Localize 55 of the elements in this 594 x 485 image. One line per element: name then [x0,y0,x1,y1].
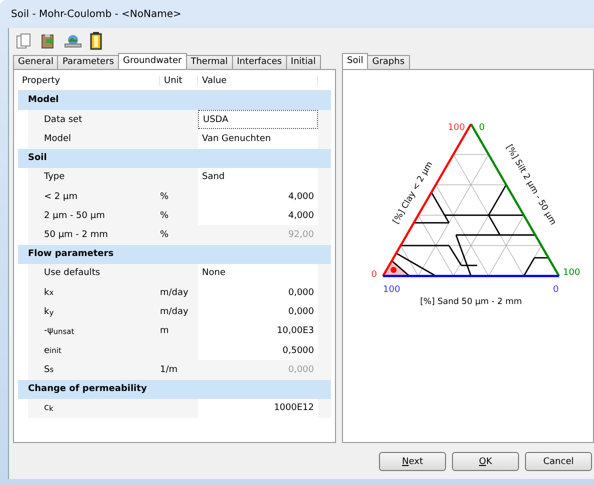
value-field[interactable]: 4,000 [198,186,318,206]
value-field[interactable]: 4,000 [198,206,318,226]
tab[interactable]: Graphs [367,55,410,69]
unit-label: m/day [160,288,188,298]
page-icon[interactable] [16,33,32,49]
tab[interactable]: Groundwater [118,53,187,69]
axis-tick-label: 100 [563,268,580,278]
tab[interactable]: Interfaces [232,55,287,69]
dialog-button[interactable]: Cancel [525,452,592,471]
section-header[interactable]: Model [18,91,331,110]
value-field[interactable]: 0,5000 [198,340,318,360]
unit-label: % [160,192,169,202]
axis-tick-label: 0 [479,123,485,133]
axis-tick-label: 0 [371,270,377,280]
column-header[interactable]: Property [18,76,160,86]
property-name: Data set [43,114,84,127]
unit-label: m [160,326,169,336]
section-header[interactable]: Soil [18,148,331,168]
column-header[interactable]: Value [198,76,318,86]
value-field[interactable]: 1000E12 [198,398,318,418]
tab[interactable]: Soil [342,53,368,69]
unit-label: % [160,210,169,221]
property-name: Use defaults [43,267,102,280]
axis-tick-label: 100 [448,123,465,133]
clipboard-icon[interactable] [40,33,56,49]
battery-icon[interactable] [90,32,102,50]
value-field[interactable]: Sand [198,168,318,187]
column-header[interactable]: Unit [160,76,198,86]
value-field[interactable]: 0,000 [198,302,318,322]
section-header[interactable]: Change of permeability [18,380,331,399]
property-name: Model [43,132,72,146]
value-field[interactable]: 10,00E3 [198,322,318,341]
tab[interactable]: Parameters [57,55,119,69]
section-header[interactable]: Flow parameters [18,244,331,264]
unit-label: % [160,230,169,240]
value-field[interactable]: USDA [198,110,318,130]
property-name: 2 µm - 50 µm [43,210,106,223]
property-name: 50 µm - 2 mm [43,229,109,242]
tab[interactable]: General [13,55,58,69]
property-name: Type [43,171,66,184]
unit-label: 1/m [160,364,178,375]
window-title: Soil - Mohr-Coulomb - <NoName> [11,8,182,20]
dialog-button[interactable]: OK [452,452,519,471]
unit-label: m/day [160,307,188,318]
terrain-icon[interactable] [64,33,82,49]
value-field[interactable]: 0,000 [198,283,318,302]
axis-tick-label: 100 [383,285,400,295]
dialog-button[interactable]: Next [379,452,446,471]
axis-title: [%] Sand 50 µm - 2 mm [420,297,522,307]
tab[interactable]: Initial [286,55,321,69]
axis-tick-label: 0 [553,285,559,295]
value-field[interactable]: Van Genuchten [198,129,318,149]
tab[interactable]: Thermal [186,55,233,69]
property-name: < 2 µm [43,190,78,204]
value-field[interactable]: None [198,264,318,284]
